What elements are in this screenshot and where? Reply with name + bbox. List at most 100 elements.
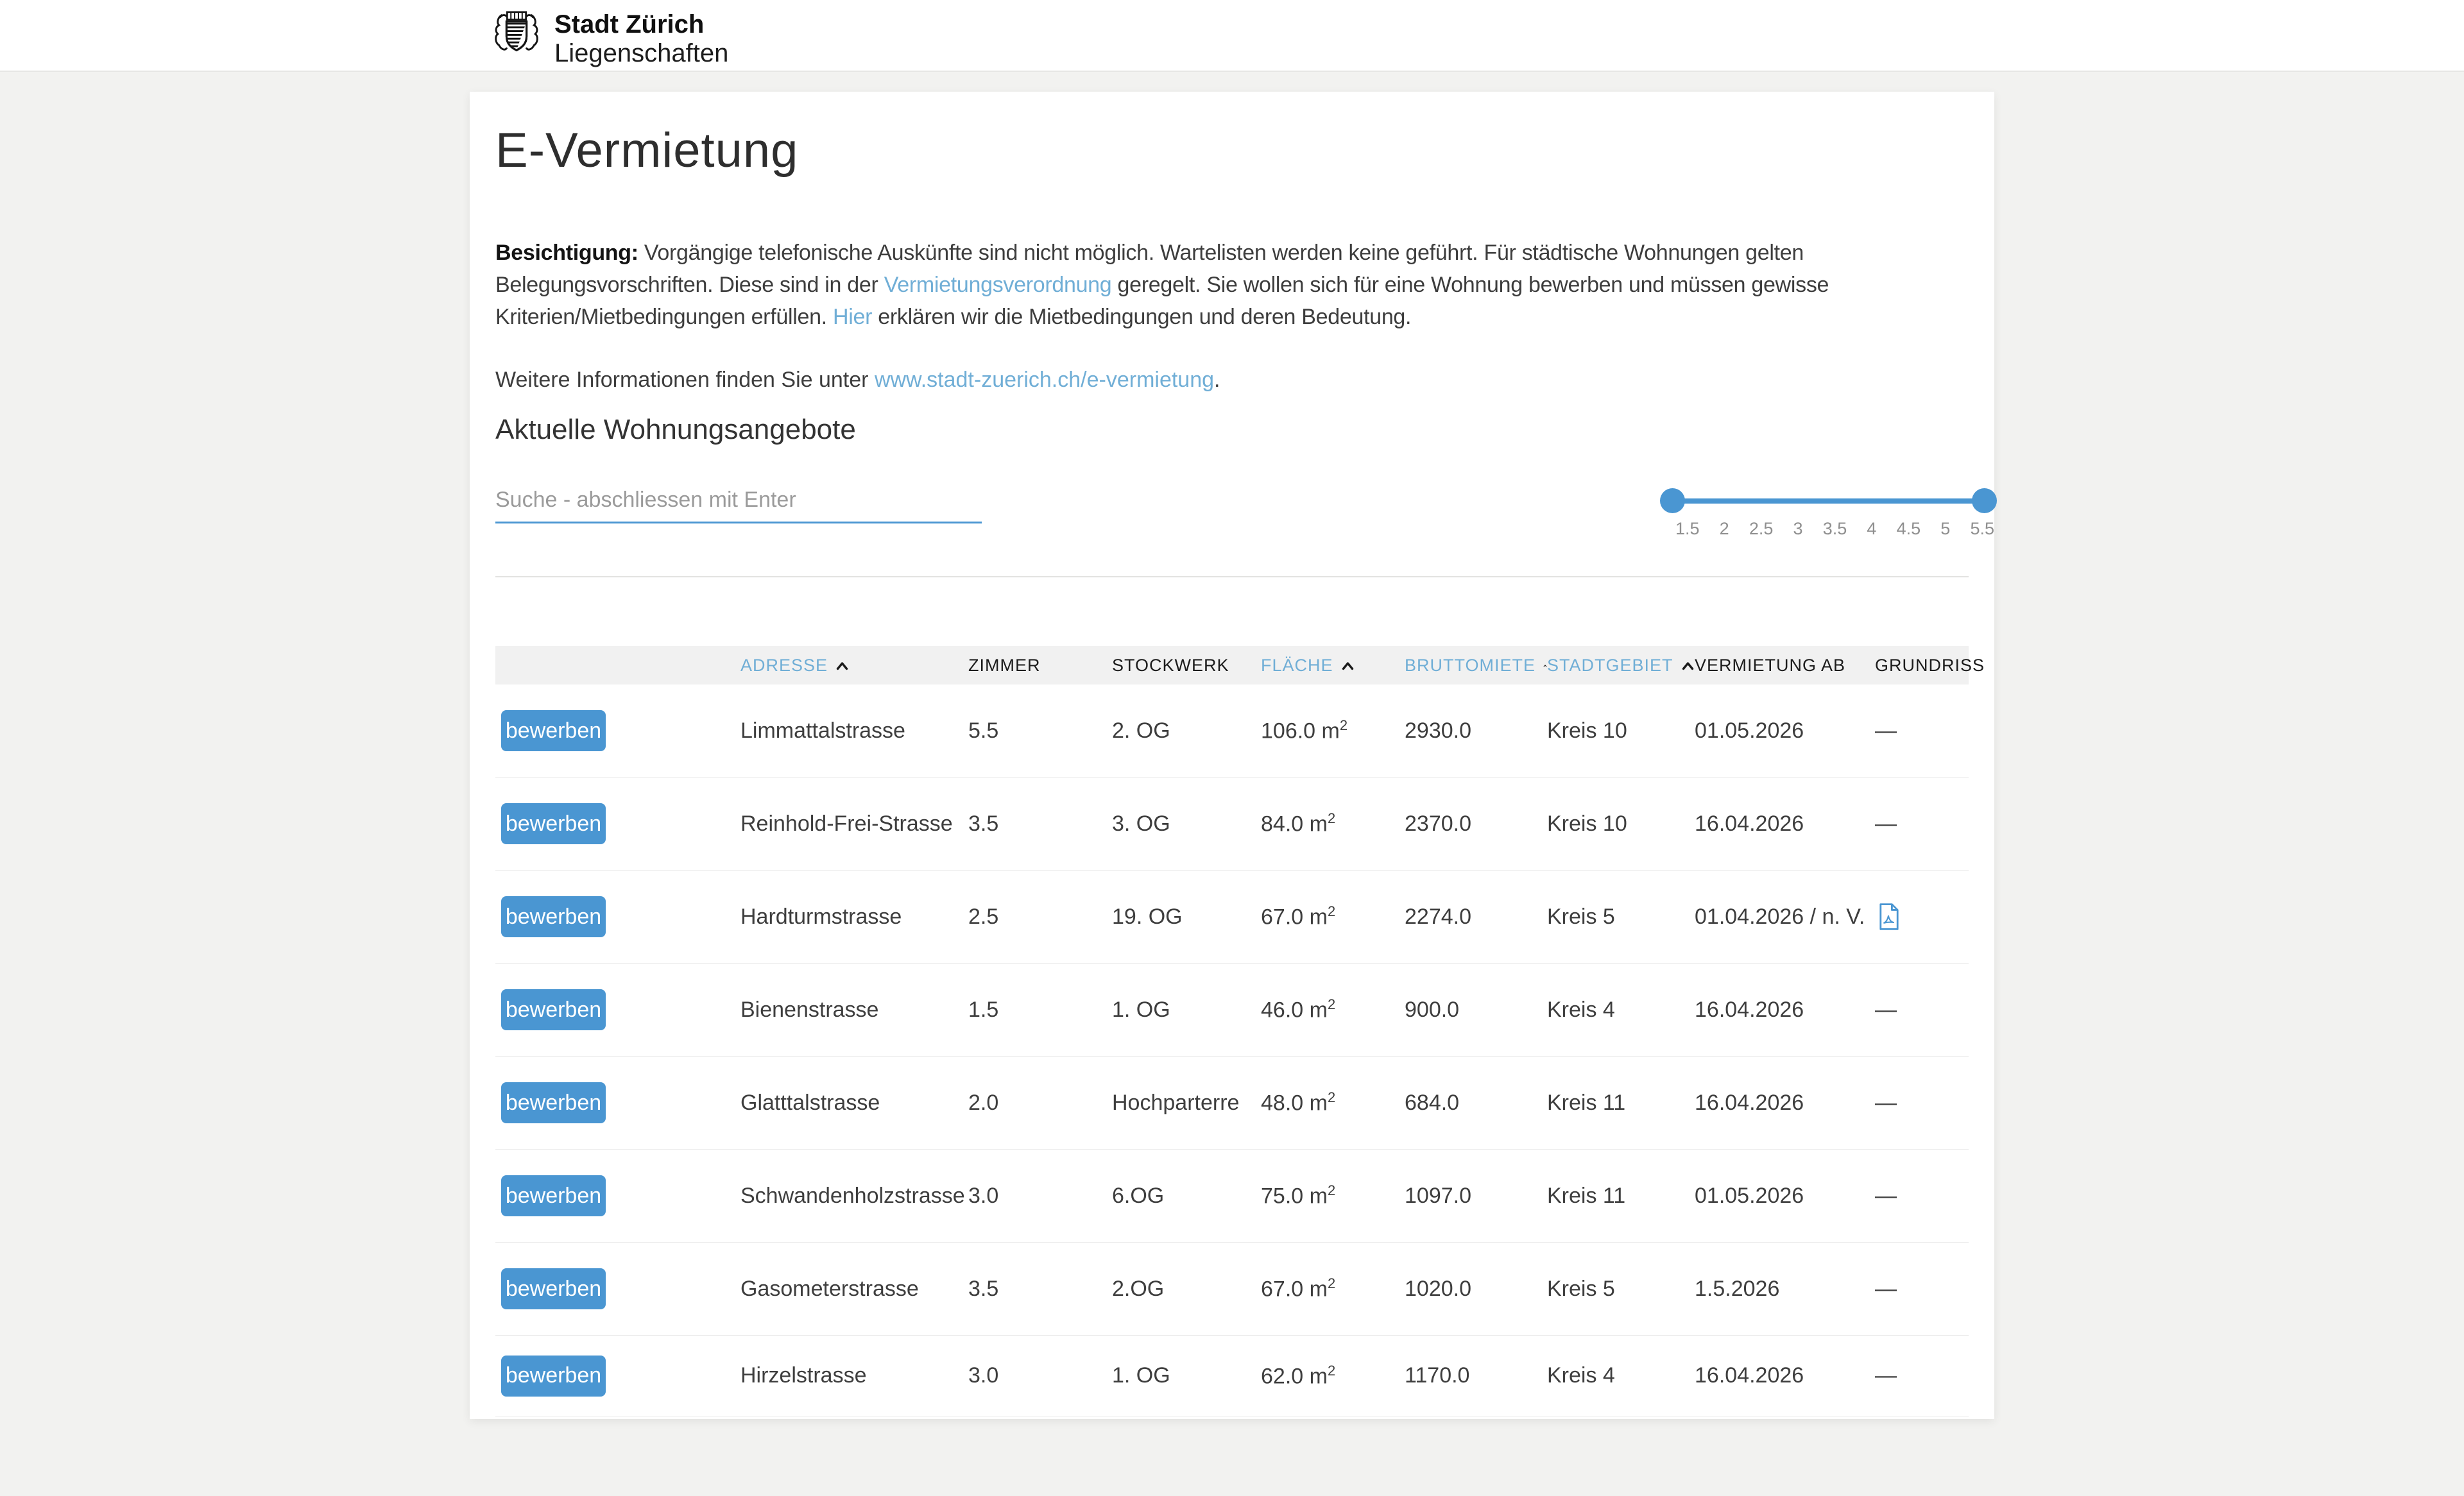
cell-stockwerk: 6.OG: [1112, 1183, 1165, 1208]
cell-stockwerk: 2.OG: [1112, 1276, 1165, 1301]
bewerben-button[interactable]: bewerben: [501, 1355, 606, 1397]
flaeche-value: 48.0 m: [1261, 1091, 1328, 1116]
bewerben-button[interactable]: bewerben: [501, 710, 606, 751]
flaeche-superscript: 2: [1327, 1089, 1336, 1106]
column-header-flaeche[interactable]: FLÄCHE: [1261, 656, 1405, 676]
column-header-adresse[interactable]: ADRESSE: [740, 656, 968, 676]
cell-bruttomiete: 2274.0: [1405, 904, 1471, 929]
flaeche-value: 67.0 m: [1261, 905, 1328, 930]
cell-apply: bewerben: [495, 1082, 740, 1123]
flaeche-superscript: 2: [1327, 1362, 1336, 1379]
cell-adresse: Hirzelstrasse: [740, 1363, 867, 1388]
column-header-stockwerk: STOCKWERK: [1112, 656, 1261, 676]
cell-apply: bewerben: [495, 989, 740, 1030]
bewerben-button[interactable]: bewerben: [501, 1175, 606, 1216]
slider-handle-max[interactable]: [1972, 488, 1997, 513]
cell-stadtgebiet: Kreis 10: [1547, 718, 1627, 743]
e-vermietung-link[interactable]: www.stadt-zuerich.ch/e-vermietung: [875, 368, 1214, 392]
cell-grundriss: —: [1875, 718, 1897, 743]
table-row: bewerben Reinhold-Frei-Strasse 3.5 3. OG…: [495, 778, 1969, 871]
cell-vermietung-ab: 1.5.2026: [1695, 1276, 1780, 1301]
bewerben-button[interactable]: bewerben: [501, 1082, 606, 1123]
cell-flaeche: 62.0 m2: [1261, 1363, 1405, 1389]
cell-flaeche: 84.0 m2: [1261, 810, 1405, 837]
column-label: STOCKWERK: [1112, 655, 1229, 675]
cell-vermietung-ab: 16.04.2026: [1695, 811, 1804, 836]
table-row: bewerben Hirzelstrasse 3.0 1. OG 62.0 m2…: [495, 1336, 1969, 1416]
slider-tick-label: 5: [1940, 519, 1951, 538]
cell-bruttomiete: 684.0: [1405, 1090, 1460, 1115]
table-row: bewerben Gasometerstrasse 3.5 2.OG 67.0 …: [495, 1243, 1969, 1336]
cell-vermietung-ab: 16.04.2026: [1695, 997, 1804, 1022]
column-header-stadtgebiet[interactable]: STADTGEBIET: [1547, 656, 1695, 676]
sort-asc-icon: [1682, 662, 1693, 670]
cell-zimmer: 3.5: [968, 1276, 999, 1301]
cell-grundriss: —: [1875, 997, 1897, 1022]
cell-bruttomiete: 1170.0: [1405, 1363, 1470, 1388]
content-card: E-Vermietung Besichtigung: Vorgängige te…: [470, 92, 1997, 1419]
cell-stockwerk: 1. OG: [1112, 997, 1170, 1022]
cell-bruttomiete: 900.0: [1405, 997, 1460, 1022]
cell-apply: bewerben: [495, 1268, 740, 1309]
table-row: bewerben Limmattalstrasse 5.5 2. OG 106.…: [495, 684, 1969, 778]
cell-flaeche: 46.0 m2: [1261, 996, 1405, 1023]
table-row: bewerben Glatttalstrasse 2.0 Hochparterr…: [495, 1057, 1969, 1150]
cell-stockwerk: 3. OG: [1112, 811, 1170, 836]
vermietungsverordnung-link[interactable]: Vermietungsverordnung: [884, 273, 1112, 297]
slider-tick-label: 2: [1719, 519, 1729, 538]
cell-adresse: Schwandenholzstrasse: [740, 1183, 965, 1208]
cell-flaeche: 75.0 m2: [1261, 1182, 1405, 1209]
table-body: bewerben Limmattalstrasse 5.5 2. OG 106.…: [495, 684, 1969, 1416]
brand-department: Liegenschaften: [554, 39, 729, 67]
cell-grundriss: —: [1875, 1363, 1897, 1388]
cell-grundriss: —: [1875, 1090, 1897, 1115]
rooms-slider-track[interactable]: [1672, 498, 1984, 504]
cell-zimmer: 2.0: [968, 1090, 999, 1115]
cell-bruttomiete: 1097.0: [1405, 1183, 1471, 1208]
bewerben-button[interactable]: bewerben: [501, 803, 606, 844]
search-input[interactable]: [495, 478, 982, 523]
column-header-bruttomiete[interactable]: BRUTTOMIETE: [1405, 656, 1547, 676]
app-header: Stadt Zürich Liegenschaften: [0, 0, 2464, 72]
flaeche-value: 75.0 m: [1261, 1184, 1328, 1209]
flaeche-superscript: 2: [1327, 996, 1336, 1013]
cell-apply: bewerben: [495, 710, 740, 751]
cell-zimmer: 3.5: [968, 811, 999, 836]
slider-tick-label: 4: [1867, 519, 1877, 538]
slider-tick-labels: 1.5 2 2.5 3 3.5 4 4.5 5 5.5: [1669, 519, 2001, 539]
section-heading: Aktuelle Wohnungsangebote: [495, 414, 856, 445]
more-info-suffix: .: [1214, 368, 1220, 392]
bewerben-button[interactable]: bewerben: [501, 1268, 606, 1309]
flaeche-value: 106.0 m: [1261, 718, 1340, 744]
flaeche-value: 46.0 m: [1261, 998, 1328, 1023]
cell-stockwerk: 19. OG: [1112, 904, 1183, 929]
cell-vermietung-ab: 01.05.2026: [1695, 1183, 1804, 1208]
bewerben-button[interactable]: bewerben: [501, 989, 606, 1030]
cell-stadtgebiet: Kreis 11: [1547, 1183, 1626, 1208]
cell-stockwerk: Hochparterre: [1112, 1090, 1240, 1115]
slider-handle-min[interactable]: [1660, 488, 1685, 513]
cell-bruttomiete: 2930.0: [1405, 718, 1471, 743]
flaeche-superscript: 2: [1327, 903, 1336, 920]
slider-tick-label: 2.5: [1749, 519, 1774, 538]
column-header-grundriss: GRUNDRISS: [1875, 656, 1984, 676]
sort-asc-icon: [1342, 662, 1353, 670]
cell-flaeche: 106.0 m2: [1261, 717, 1405, 744]
flaeche-superscript: 2: [1327, 810, 1336, 827]
brand[interactable]: Stadt Zürich Liegenschaften: [492, 8, 728, 68]
cell-stadtgebiet: Kreis 4: [1547, 997, 1615, 1022]
cell-bruttomiete: 1020.0: [1405, 1276, 1471, 1301]
cell-stadtgebiet: Kreis 10: [1547, 811, 1627, 836]
column-label: GRUNDRISS: [1875, 655, 1985, 675]
grundriss-pdf-link[interactable]: [1875, 903, 1969, 931]
bewerben-button[interactable]: bewerben: [501, 896, 606, 937]
cell-zimmer: 3.0: [968, 1183, 999, 1208]
flaeche-value: 84.0 m: [1261, 812, 1328, 837]
page-title: E-Vermietung: [495, 123, 799, 178]
column-header-vermietung_ab: VERMIETUNG AB: [1695, 656, 1875, 676]
hier-link[interactable]: Hier: [833, 305, 872, 329]
listings-table: ADRESSE ZIMMER STOCKWERK FLÄCHE BRUTTOMIETE S…: [495, 646, 1984, 1416]
cell-adresse: Limmattalstrasse: [740, 718, 905, 743]
cell-vermietung-ab: 16.04.2026: [1695, 1090, 1804, 1115]
cell-apply: bewerben: [495, 1175, 740, 1216]
